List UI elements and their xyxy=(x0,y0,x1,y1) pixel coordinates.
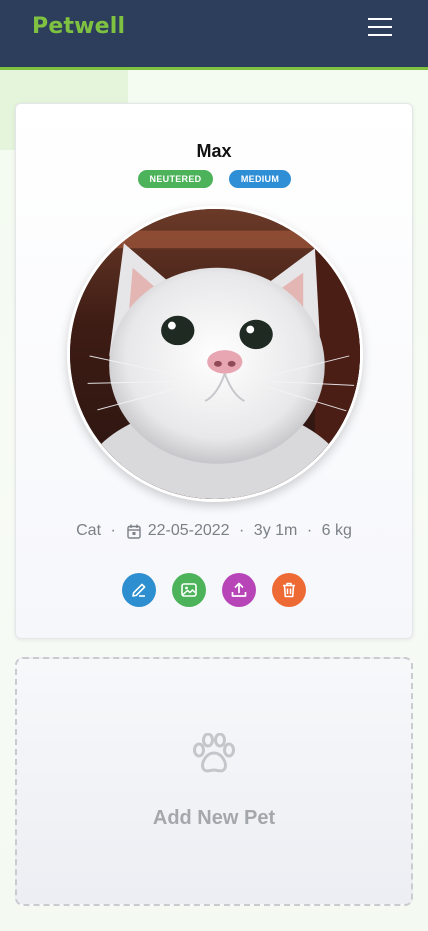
pet-age: 3y 1m xyxy=(253,522,298,539)
app-logo[interactable]: Petwell xyxy=(32,14,125,39)
pet-actions xyxy=(122,573,308,607)
pencil-icon xyxy=(132,583,146,597)
app-header: Petwell xyxy=(0,0,428,70)
image-icon xyxy=(181,583,197,597)
paw-icon xyxy=(193,733,235,773)
pet-card: Max NEUTERED MEDIUM Cat · 22-05-2022 · 3… xyxy=(15,103,413,639)
calendar-icon xyxy=(127,524,141,539)
add-new-pet-label: Add New Pet xyxy=(152,807,276,829)
pet-info-row: Cat · 22-05-2022 · 3y 1m · 6 kg xyxy=(16,522,412,540)
info-separator: · xyxy=(239,522,245,539)
hamburger-menu-icon[interactable] xyxy=(362,12,398,42)
pet-photo xyxy=(67,206,363,502)
upload-icon xyxy=(231,582,247,597)
info-separator: · xyxy=(110,522,116,539)
pet-birth-date: 22-05-2022 xyxy=(147,522,230,539)
trash-icon xyxy=(283,582,295,598)
change-photo-button[interactable] xyxy=(172,573,206,607)
add-new-pet-card[interactable]: Add New Pet xyxy=(15,657,413,906)
pet-name: Max xyxy=(196,141,232,161)
upload-button[interactable] xyxy=(222,573,256,607)
delete-pet-button[interactable] xyxy=(272,573,306,607)
edit-pet-button[interactable] xyxy=(122,573,156,607)
pet-weight: 6 kg xyxy=(321,522,352,539)
badge-size: MEDIUM xyxy=(229,170,291,188)
cat-photo-illustration xyxy=(70,209,360,499)
badge-neutered: NEUTERED xyxy=(138,170,213,188)
info-separator: · xyxy=(306,522,313,539)
pet-species: Cat xyxy=(76,522,102,539)
